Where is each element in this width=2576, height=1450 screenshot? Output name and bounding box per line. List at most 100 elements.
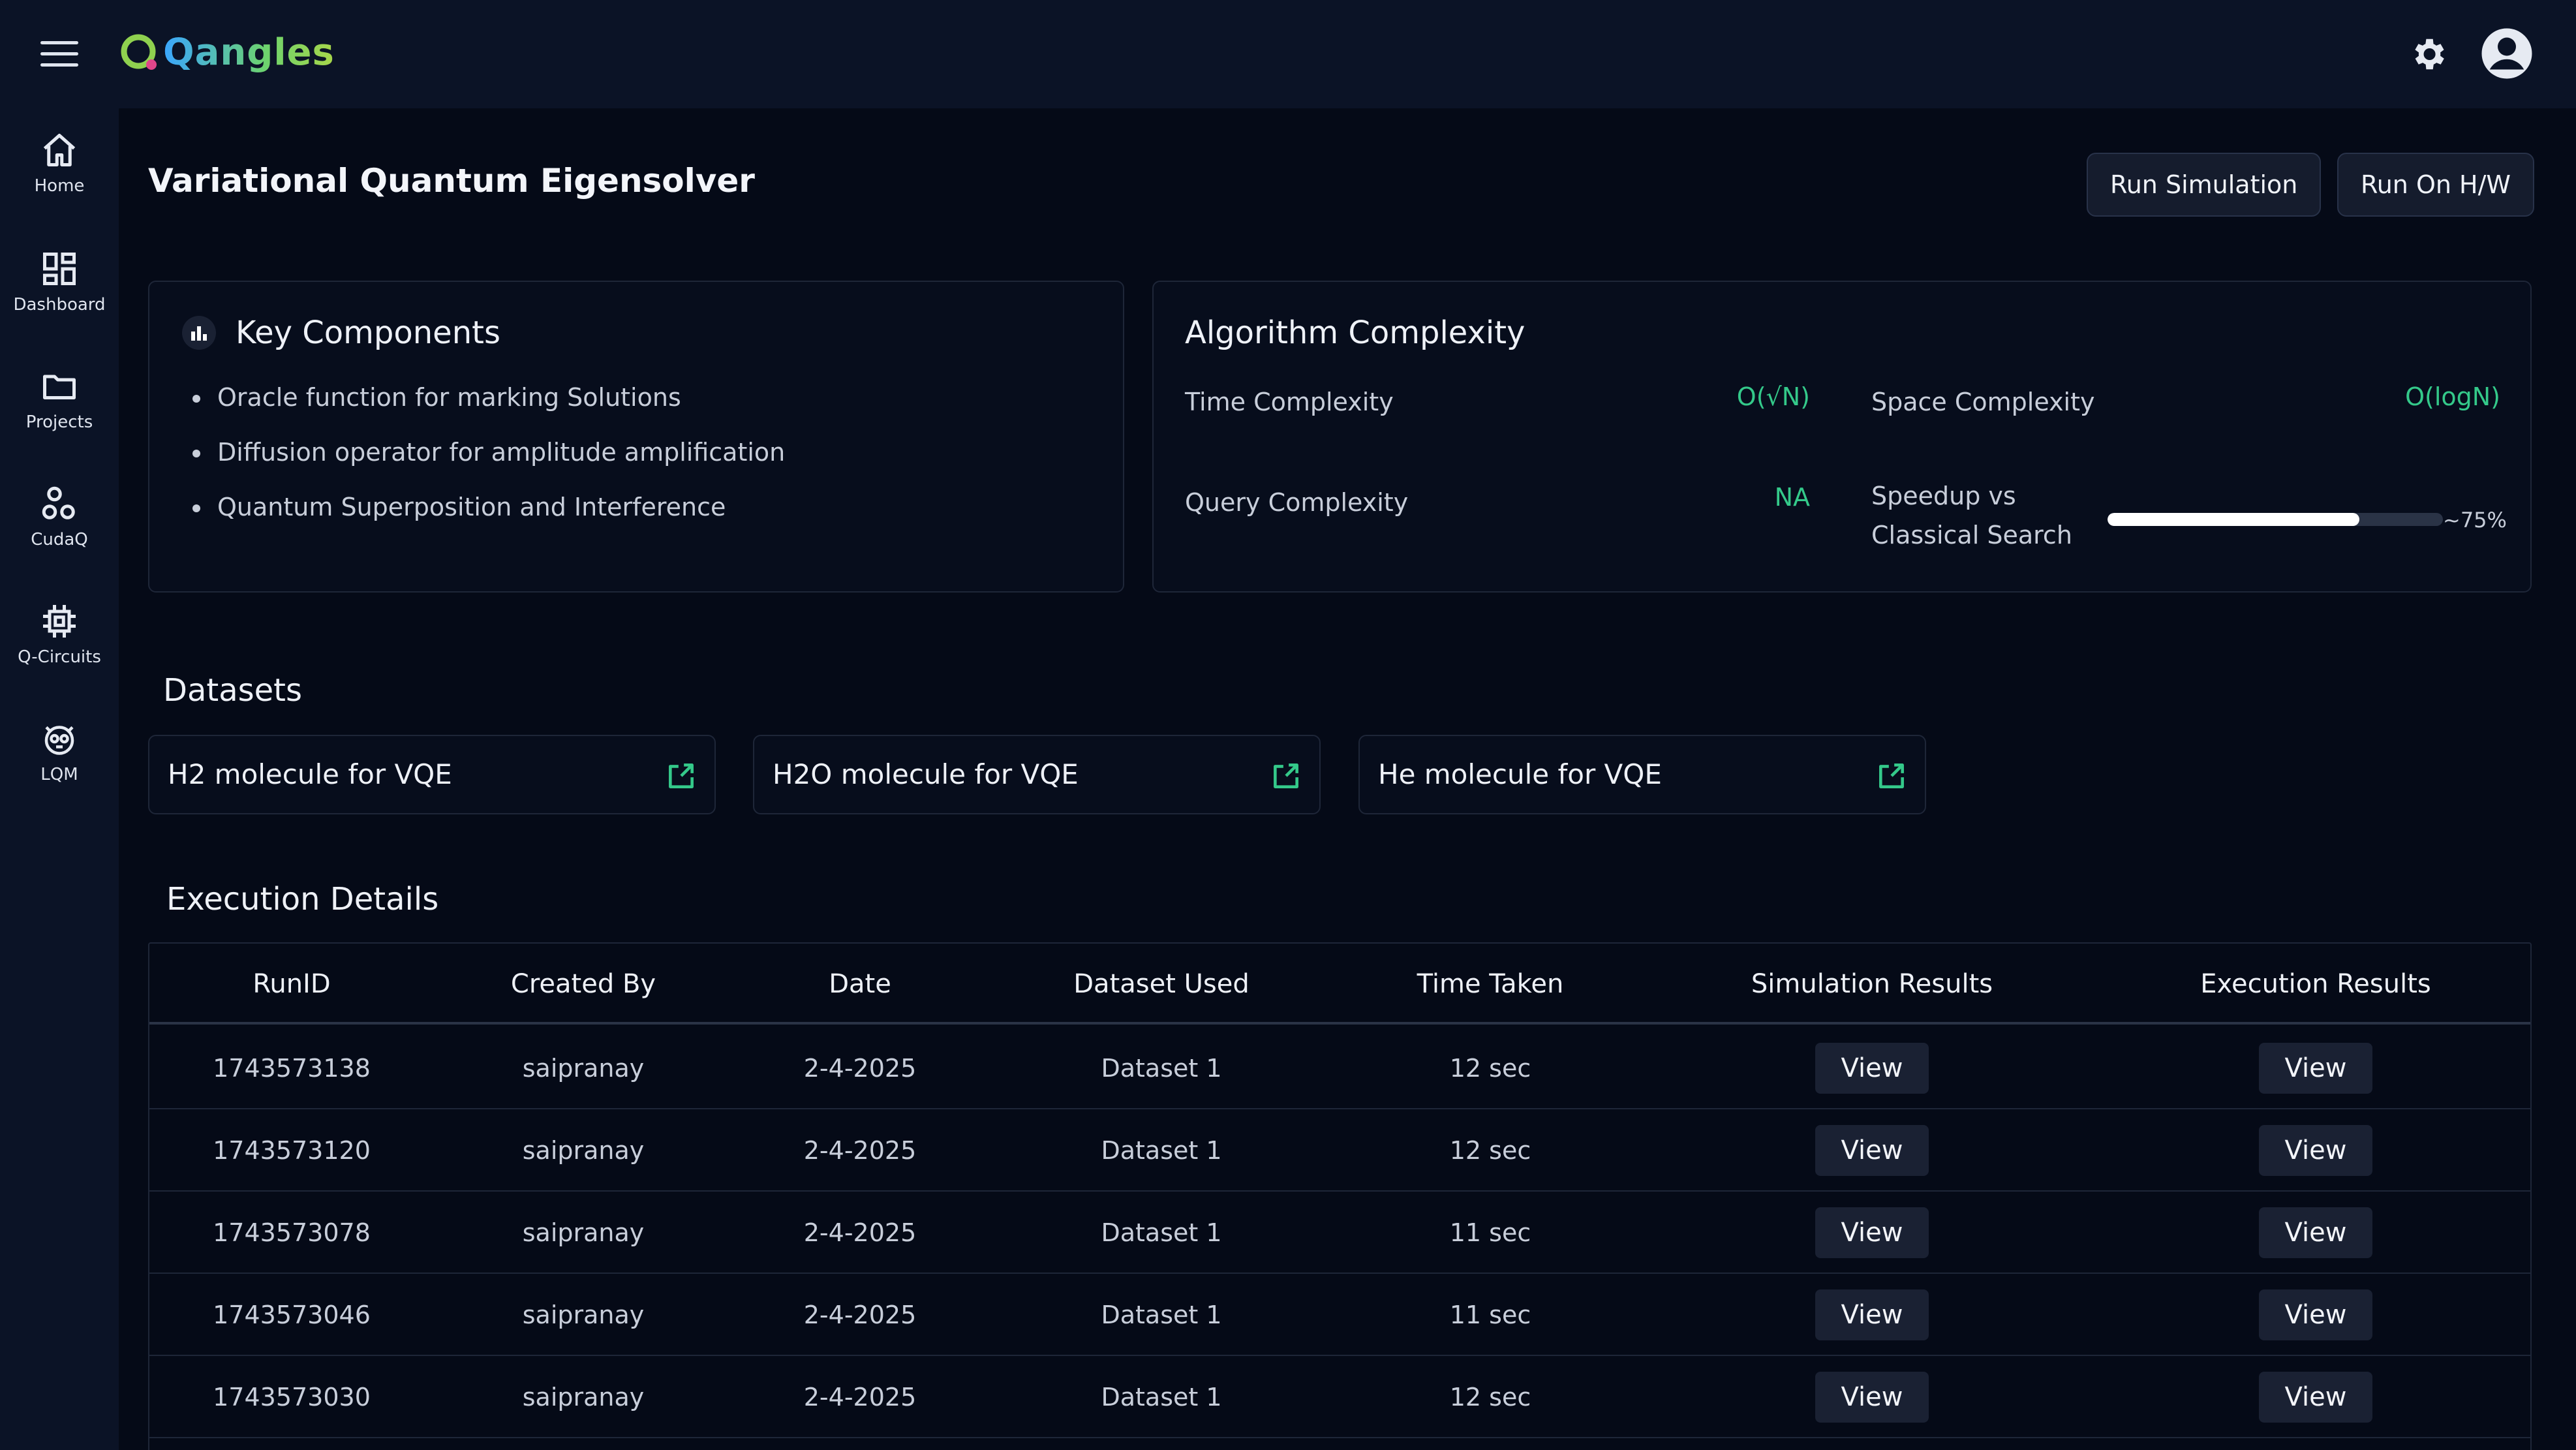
cell-time: 11 sec [1449,1218,1531,1247]
column-header-created-by: Created By [510,969,656,999]
avatar[interactable] [2479,26,2534,81]
datasets-title: Datasets [163,672,302,709]
column-header-time-taken: Time Taken [1417,969,1564,999]
query-complexity-label: Query Complexity [1185,488,1409,517]
sidebar-item-label: CudaQ [31,530,88,549]
cell-time: 12 sec [1449,1054,1531,1083]
sidebar-item-label: LQM [40,765,78,784]
cell-dataset: Dataset 1 [1101,1383,1222,1411]
time-complexity-label: Time Complexity [1185,388,1394,416]
cell-runid: 1743573046 [213,1301,371,1329]
view-simulation-button[interactable]: View [1815,1125,1929,1176]
column-header-execution-results: Execution Results [2200,969,2431,999]
column-header-runid: RunID [253,969,331,999]
view-simulation-button[interactable]: View [1815,1372,1929,1423]
dataset-label: He molecule for VQE [1378,758,1662,790]
cell-created-by: saipranay [522,1383,645,1411]
execution-table: RunID Created By Date Dataset Used Time … [148,942,2532,1450]
folder-icon [43,375,76,399]
view-execution-button[interactable]: View [2259,1289,2372,1340]
dataset-card-h2[interactable]: H2 molecule for VQE [148,735,716,814]
share-icon[interactable] [1875,760,1908,792]
sidebar-item-home[interactable]: Home [0,117,119,222]
cell-time: 12 sec [1449,1383,1531,1411]
speedup-label-line-2: Classical Search [1871,521,2072,549]
brand-name: Qangles [163,31,335,74]
cell-date: 2-4-2025 [803,1136,917,1165]
list-item: Diffusion operator for amplitude amplifi… [192,438,785,493]
cell-runid: 1743573138 [213,1054,371,1083]
view-simulation-button[interactable]: View [1815,1289,1929,1340]
lqm-icon [44,726,74,755]
gear-icon[interactable] [2408,34,2448,74]
cell-created-by: saipranay [522,1218,645,1247]
sidebar-item-label: Projects [25,412,93,432]
speedup-value: ~75% [2443,508,2507,532]
dataset-label: H2 molecule for VQE [168,758,452,790]
speedup-label-line-1: Speedup vs [1871,482,2016,510]
column-header-simulation-results: Simulation Results [1751,969,1993,999]
cell-created-by: saipranay [522,1054,645,1083]
bar-chart-icon [182,316,216,350]
sidebar-item-dashboard[interactable]: Dashboard [0,236,119,341]
key-components-header: Key Components [181,315,500,351]
table-header: RunID Created By Date Dataset Used Time … [149,944,2530,1025]
column-header-dataset-used: Dataset Used [1073,969,1250,999]
cell-created-by: saipranay [522,1301,645,1329]
logo[interactable]: Qangles [119,26,335,78]
run-simulation-button[interactable]: Run Simulation [2087,153,2322,217]
cudaq-icon [42,486,75,519]
menu-icon[interactable] [40,41,78,67]
run-hardware-button[interactable]: Run On H/W [2337,153,2534,217]
home-icon [43,134,76,166]
algorithm-complexity-card: Algorithm Complexity Time Complexity O(√… [1152,281,2532,593]
sidebar-item-q-circuits[interactable]: Q-Circuits [0,589,119,693]
table-row: 1743573046 saipranay 2-4-2025 Dataset 1 … [149,1274,2530,1356]
speedup-progress-bar [2108,513,2443,526]
dataset-label: H2O molecule for VQE [773,758,1079,790]
cell-dataset: Dataset 1 [1101,1054,1222,1083]
view-simulation-button[interactable]: View [1815,1207,1929,1258]
time-complexity-value: O(√N) [1736,382,1810,411]
share-icon[interactable] [1270,760,1302,792]
space-complexity-value: O(logN) [2405,382,2500,411]
sidebar-item-label: Home [34,176,85,196]
table-row: 1743573078 saipranay 2-4-2025 Dataset 1 … [149,1192,2530,1274]
query-complexity-value: NA [1774,483,1810,512]
sidebar-item-label: Dashboard [13,295,106,315]
sidebar-item-label: Q-Circuits [18,647,101,667]
dataset-card-h2o[interactable]: H2O molecule for VQE [753,735,1321,814]
column-header-date: Date [829,969,891,999]
view-execution-button[interactable]: View [2259,1372,2372,1423]
key-components-title: Key Components [236,315,500,351]
complexity-title: Algorithm Complexity [1185,315,1526,351]
dataset-card-he[interactable]: He molecule for VQE [1358,735,1926,814]
cell-runid: 1743573120 [213,1136,371,1165]
sidebar-item-lqm[interactable]: LQM [0,706,119,810]
logo-icon [121,34,157,70]
list-item: Oracle function for marking Solutions [192,383,785,438]
top-bar: Qangles [0,0,2576,108]
cell-time: 12 sec [1449,1136,1531,1165]
cell-date: 2-4-2025 [803,1054,917,1083]
key-components-list: Oracle function for marking Solutions Di… [192,383,785,548]
share-icon[interactable] [665,760,698,792]
sidebar-item-projects[interactable]: Projects [0,354,119,458]
sidebar-item-cudaq[interactable]: CudaQ [0,471,119,576]
speedup-label: Speedup vs Classical Search [1871,476,2072,555]
view-execution-button[interactable]: View [2259,1125,2372,1176]
cell-date: 2-4-2025 [803,1218,917,1247]
view-simulation-button[interactable]: View [1815,1043,1929,1094]
sidebar: Home Dashboard Projects CudaQ Q-Circuits… [0,108,119,1450]
view-execution-button[interactable]: View [2259,1207,2372,1258]
table-row: 1743573120 saipranay 2-4-2025 Dataset 1 … [149,1109,2530,1192]
table-row: 1743573138 saipranay 2-4-2025 Dataset 1 … [149,1027,2530,1109]
cell-dataset: Dataset 1 [1101,1218,1222,1247]
chip-icon [43,605,76,638]
cell-time: 11 sec [1449,1301,1531,1329]
view-execution-button[interactable]: View [2259,1043,2372,1094]
page-title: Variational Quantum Eigensolver [148,162,755,200]
speedup-progress-fill [2108,513,2359,526]
key-components-card: Key Components Oracle function for marki… [148,281,1124,593]
execution-details-title: Execution Details [166,881,439,918]
